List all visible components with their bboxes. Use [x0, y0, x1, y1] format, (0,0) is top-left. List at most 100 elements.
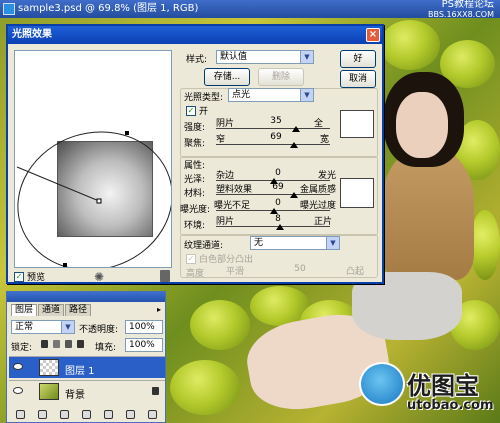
- intensity-slider-thumb[interactable]: [292, 126, 300, 132]
- blend-mode-select[interactable]: 正常 ▼: [11, 320, 75, 334]
- document-title: sample3.psd @ 69.8% (图层 1, RGB): [18, 3, 199, 14]
- trash-icon[interactable]: [147, 409, 157, 419]
- ambience-slider-thumb[interactable]: [276, 224, 284, 230]
- white-high-check-icon[interactable]: ✓: [186, 253, 196, 264]
- on-check-icon[interactable]: ✓: [186, 105, 196, 116]
- material-value: 69: [272, 182, 284, 192]
- dialog-titlebar[interactable]: 光照效果 ×: [8, 26, 382, 44]
- preview-label: 预览: [27, 273, 46, 283]
- chevron-down-icon: ▼: [300, 89, 313, 101]
- delete-style-button[interactable]: 删除: [258, 68, 304, 86]
- lighting-effects-dialog: 光照效果 × ✓ 预览 ✺ 样式: 默认值 ▼ 存储... 删除 好 取消 光照…: [6, 24, 384, 284]
- material-label: 材料:: [184, 189, 206, 199]
- style-select[interactable]: 默认值 ▼: [216, 50, 314, 64]
- leaf: [190, 300, 250, 350]
- layers-panel-titlebar[interactable]: [7, 292, 165, 302]
- on-label: 开: [199, 107, 209, 117]
- watermark-text: PS教程论坛: [441, 0, 494, 10]
- layer-name: 图层 1: [65, 366, 95, 377]
- light-on-checkbox[interactable]: ✓ 开: [186, 104, 208, 117]
- brand-logo: 优图宝 utobao.com: [355, 358, 500, 423]
- focus-slider-thumb[interactable]: [290, 142, 298, 148]
- photoshop-icon: [3, 3, 15, 15]
- lock-transparency-icon[interactable]: [41, 340, 48, 348]
- woman-sweater: [382, 150, 474, 280]
- opacity-input[interactable]: 100%: [125, 320, 163, 334]
- style-label: 样式:: [186, 55, 208, 65]
- layer-row[interactable]: 背景: [9, 380, 165, 402]
- material-slider[interactable]: [216, 194, 330, 195]
- ambience-color-swatch[interactable]: [340, 178, 374, 208]
- texture-channel-label: 纹理通道:: [184, 241, 224, 251]
- opacity-value: 100%: [129, 322, 155, 332]
- adjustment-layer-icon[interactable]: [81, 409, 91, 419]
- texture-channel-value: 无: [254, 238, 264, 248]
- layer-thumbnail: [39, 359, 59, 376]
- bird-logo-icon: [359, 362, 405, 406]
- layer-style-icon[interactable]: [37, 409, 47, 419]
- fill-input[interactable]: 100%: [125, 338, 163, 352]
- texture-channel-select[interactable]: 无 ▼: [250, 236, 340, 250]
- save-style-button[interactable]: 存储...: [204, 68, 250, 86]
- intensity-label: 强度:: [184, 123, 206, 133]
- light-type-select[interactable]: 点光 ▼: [228, 88, 314, 102]
- layer-name: 背景: [65, 390, 85, 401]
- intensity-value: 35: [270, 116, 282, 126]
- leaf: [470, 210, 500, 280]
- close-icon[interactable]: ×: [366, 28, 380, 42]
- preview-check-icon[interactable]: ✓: [14, 271, 24, 282]
- height-min-label: 平滑: [226, 267, 245, 277]
- brand-url: utobao.com: [407, 398, 494, 413]
- watermark-url: BBS.16XX8.COM: [427, 10, 494, 19]
- lock-pixels-icon[interactable]: [53, 340, 60, 348]
- light-color-swatch[interactable]: [340, 110, 374, 138]
- trash-icon[interactable]: [160, 270, 170, 282]
- properties-label: 属性:: [184, 161, 206, 171]
- height-label: 高度: [186, 269, 205, 279]
- exposure-value: 0: [275, 198, 281, 208]
- material-slider-thumb[interactable]: [290, 192, 298, 198]
- focus-value: 69: [270, 132, 282, 142]
- leaf: [380, 20, 440, 70]
- light-type-value: 点光: [232, 90, 251, 100]
- brand-name: 优图宝: [407, 372, 479, 400]
- tab-channels[interactable]: 通道: [38, 304, 65, 316]
- preview-checkbox[interactable]: ✓ 预览: [14, 270, 45, 283]
- panel-menu-icon[interactable]: ▸: [157, 305, 161, 314]
- gloss-label: 光泽:: [184, 175, 206, 185]
- exposure-label: 曝光度:: [180, 205, 211, 215]
- eye-icon[interactable]: [13, 363, 23, 370]
- lock-all-icon[interactable]: [77, 340, 84, 348]
- eye-icon[interactable]: [13, 387, 23, 394]
- gloss-value: 0: [275, 168, 281, 178]
- light-bulb-icon[interactable]: ✺: [94, 270, 104, 284]
- document-titlebar[interactable]: sample3.psd @ 69.8% (图层 1, RGB): [0, 0, 500, 18]
- leaf: [170, 360, 240, 415]
- height-max-label: 凸起: [346, 267, 365, 277]
- light-ellipse-overlay[interactable]: [15, 51, 172, 268]
- new-layer-icon[interactable]: [125, 409, 135, 419]
- focus-slider[interactable]: [216, 144, 330, 145]
- ambience-value: 8: [275, 214, 281, 224]
- height-value: 50: [294, 264, 306, 274]
- chevron-down-icon: ▼: [300, 51, 313, 63]
- watermark: PS教程论坛 BBS.16XX8.COM: [428, 0, 494, 20]
- fill-label: 填充:: [95, 343, 117, 353]
- tab-layers[interactable]: 图层: [11, 304, 38, 316]
- layers-panel: 图层 通道 路径 ▸ 正常 ▼ 不透明度: 100% 锁定: 填充: 100% …: [6, 291, 166, 423]
- chevron-down-icon: ▼: [326, 237, 339, 249]
- link-icon[interactable]: [15, 409, 25, 419]
- dialog-title: 光照效果: [12, 29, 52, 40]
- ok-button[interactable]: 好: [340, 50, 376, 68]
- layers-footer: [9, 408, 163, 420]
- intensity-slider[interactable]: [216, 128, 330, 129]
- mask-icon[interactable]: [59, 409, 69, 419]
- lock-position-icon[interactable]: [65, 340, 72, 348]
- ambience-slider[interactable]: [216, 226, 330, 227]
- layer-row[interactable]: 图层 1: [9, 356, 165, 378]
- light-preview[interactable]: [14, 50, 172, 268]
- tab-paths[interactable]: 路径: [65, 304, 92, 316]
- lock-icon: [152, 387, 159, 395]
- cancel-button[interactable]: 取消: [340, 70, 376, 88]
- group-folder-icon[interactable]: [103, 409, 113, 419]
